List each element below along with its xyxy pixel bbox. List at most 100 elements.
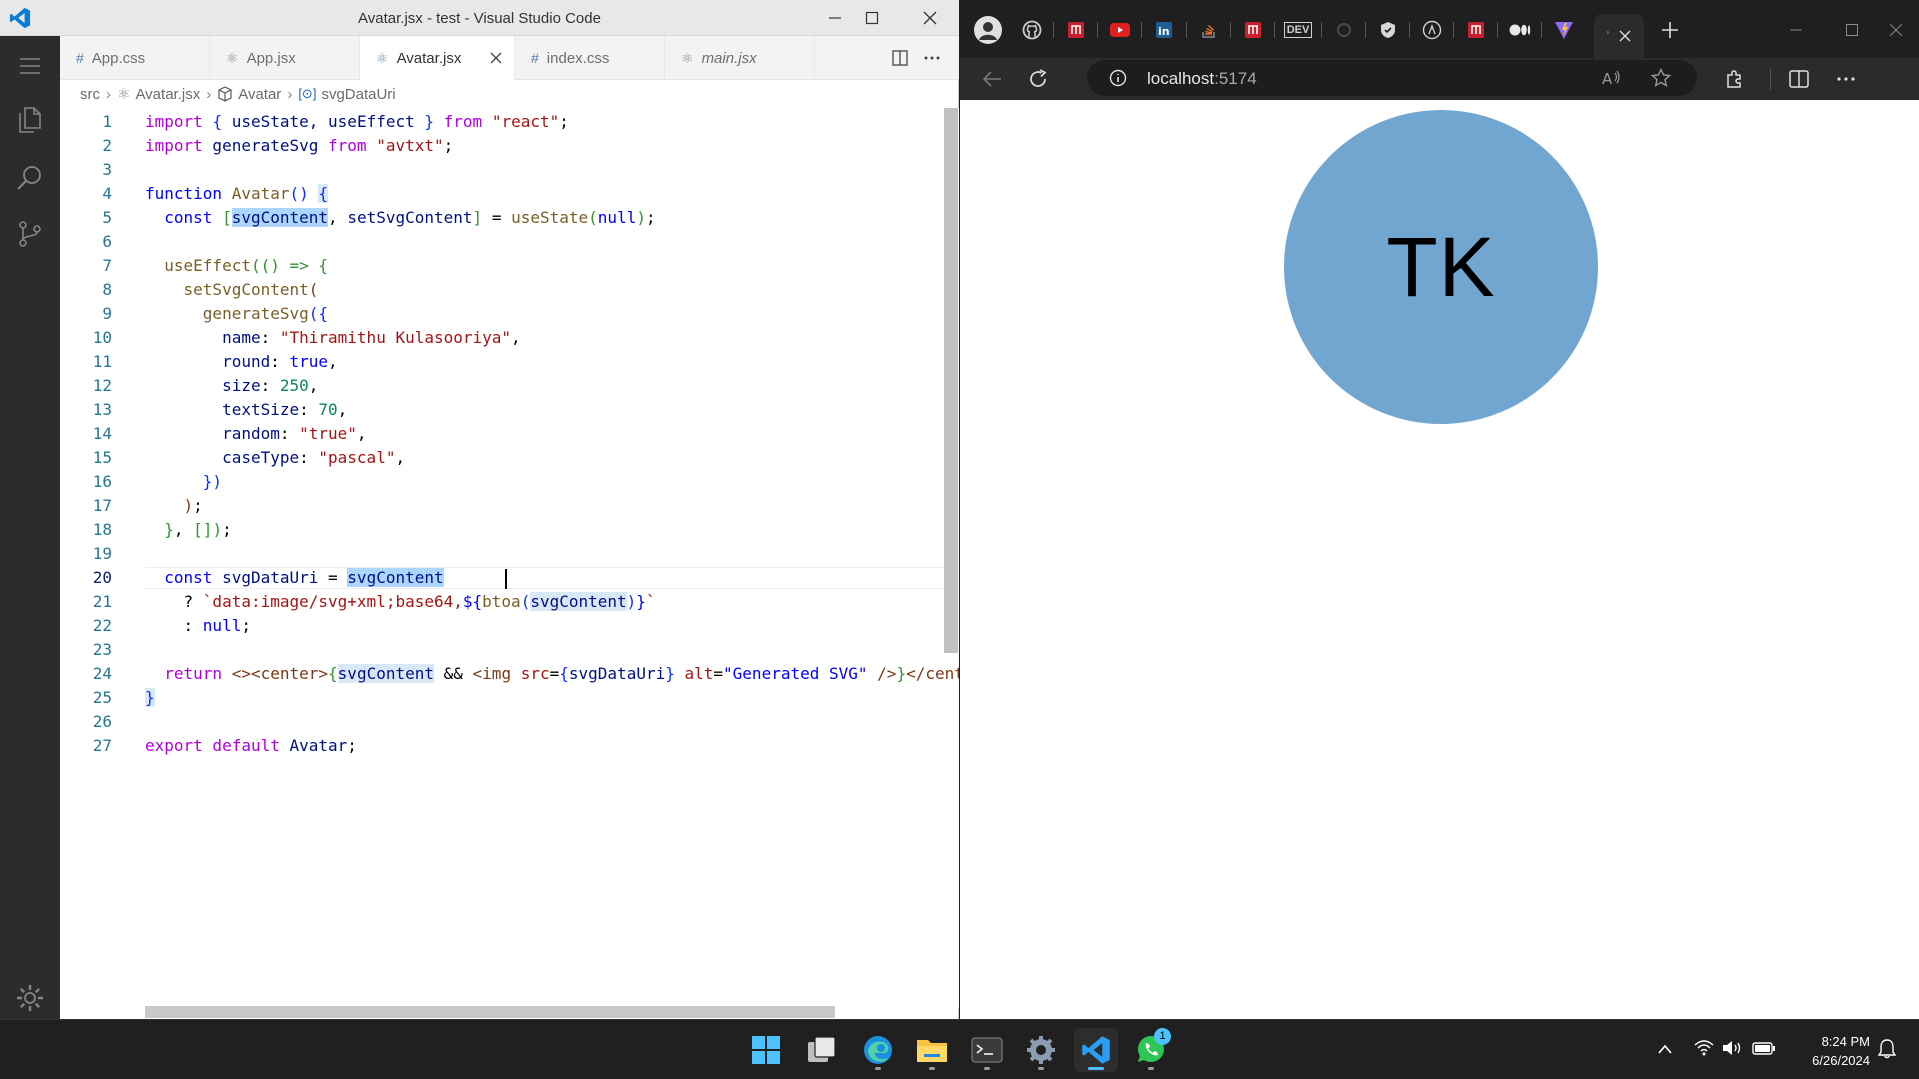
maximize-button[interactable] bbox=[843, 0, 901, 36]
manage-button[interactable] bbox=[0, 970, 60, 1026]
search-icon bbox=[17, 166, 41, 190]
profile-avatar[interactable] bbox=[972, 14, 1004, 46]
github-icon bbox=[1022, 20, 1042, 40]
code-editor[interactable]: 1 2 3 4 5 6 7 8 9 10 11 12 13 14 15 16 1… bbox=[60, 108, 959, 1008]
taskbar-terminal[interactable] bbox=[965, 1028, 1009, 1072]
horizontal-scrollbar[interactable] bbox=[145, 1006, 835, 1018]
component-cube-icon bbox=[218, 86, 232, 102]
browser-maximize-button[interactable] bbox=[1830, 14, 1874, 46]
tab-github[interactable] bbox=[1016, 14, 1048, 46]
code-line: size: 250, bbox=[222, 376, 319, 395]
taskbar-file-explorer[interactable] bbox=[910, 1028, 954, 1072]
line-number: 13 bbox=[92, 400, 112, 419]
tab-app-css[interactable]: # App.css bbox=[60, 36, 210, 80]
search-button[interactable] bbox=[0, 150, 60, 206]
tab-shield[interactable] bbox=[1372, 14, 1404, 46]
volume-icon[interactable] bbox=[1722, 1040, 1744, 1056]
source-control-button[interactable] bbox=[0, 206, 60, 262]
generated-avatar-image: TK bbox=[1284, 110, 1598, 424]
tab-site-1[interactable] bbox=[1060, 14, 1092, 46]
code-line: import { useState, useEffect } from "rea… bbox=[145, 112, 569, 131]
lambda-icon bbox=[1422, 20, 1442, 40]
taskbar-clock[interactable]: 8:24 PM 6/26/2024 bbox=[1780, 1032, 1870, 1070]
tab-dev[interactable]: DEV bbox=[1278, 14, 1318, 46]
tab-medium[interactable] bbox=[1504, 14, 1536, 46]
gear-icon bbox=[17, 985, 43, 1011]
taskbar-whatsapp[interactable]: 1 bbox=[1129, 1028, 1173, 1072]
notification-bell-icon[interactable] bbox=[1878, 1039, 1896, 1059]
start-button[interactable] bbox=[744, 1028, 788, 1072]
battery-icon[interactable] bbox=[1752, 1040, 1776, 1056]
tab-main-jsx[interactable]: ⚛ main.jsx bbox=[665, 36, 815, 80]
back-arrow-icon[interactable] bbox=[982, 70, 1002, 88]
tab-stackoverflow[interactable] bbox=[1193, 14, 1225, 46]
taskbar-settings[interactable] bbox=[1019, 1028, 1063, 1072]
split-editor-icon[interactable] bbox=[892, 50, 908, 66]
tab-site-3[interactable] bbox=[1328, 14, 1360, 46]
code-line: export default Avatar; bbox=[145, 736, 357, 755]
tab-site-2[interactable] bbox=[1237, 14, 1269, 46]
taskbar-vscode[interactable] bbox=[1074, 1028, 1118, 1072]
vscode-logo-icon bbox=[1082, 1036, 1110, 1064]
tab-youtube[interactable] bbox=[1104, 14, 1136, 46]
more-actions-icon[interactable] bbox=[924, 56, 940, 60]
refresh-icon[interactable] bbox=[1028, 69, 1048, 89]
url-host: localhost bbox=[1147, 69, 1215, 88]
tab-site-5[interactable] bbox=[1460, 14, 1492, 46]
youtube-icon bbox=[1110, 23, 1130, 37]
tab-site-4[interactable] bbox=[1416, 14, 1448, 46]
svg-text:in: in bbox=[1158, 25, 1170, 38]
close-tab-icon[interactable] bbox=[1619, 30, 1631, 42]
tab-vite[interactable] bbox=[1548, 14, 1580, 46]
avatar-initials: TK bbox=[1386, 219, 1496, 314]
tab-index-css[interactable]: # index.css bbox=[515, 36, 665, 80]
extensions-icon[interactable] bbox=[1724, 69, 1744, 89]
loading-icon bbox=[1337, 23, 1351, 37]
tab-linkedin[interactable]: in bbox=[1148, 14, 1180, 46]
red-site-icon bbox=[1068, 22, 1084, 38]
read-aloud-icon[interactable]: A bbox=[1602, 69, 1622, 87]
line-number: 21 bbox=[92, 592, 112, 611]
split-screen-icon[interactable] bbox=[1789, 70, 1809, 88]
tab-label: App.jsx bbox=[246, 49, 296, 67]
close-window-button[interactable] bbox=[901, 0, 959, 36]
breadcrumb-file[interactable]: Avatar.jsx bbox=[135, 86, 200, 103]
new-tab-button[interactable] bbox=[1654, 14, 1686, 46]
favorite-star-icon[interactable] bbox=[1651, 68, 1671, 88]
close-tab-icon[interactable] bbox=[490, 52, 502, 64]
windows-logo-icon bbox=[752, 1036, 780, 1064]
vertical-scrollbar[interactable] bbox=[944, 108, 958, 653]
react-file-icon: ⚛ bbox=[681, 49, 694, 66]
browser-minimize-button[interactable] bbox=[1774, 14, 1818, 46]
code-line: }, []); bbox=[164, 520, 232, 539]
wifi-icon[interactable] bbox=[1694, 1040, 1714, 1056]
browser-close-button[interactable] bbox=[1876, 14, 1916, 46]
close-icon bbox=[923, 11, 937, 25]
tab-active-localhost[interactable]: ʼ bbox=[1594, 14, 1644, 58]
tab-app-jsx[interactable]: ⚛ App.jsx bbox=[210, 36, 360, 80]
task-view-button[interactable] bbox=[800, 1028, 844, 1072]
files-icon bbox=[19, 107, 41, 133]
chevron-up-icon[interactable] bbox=[1658, 1044, 1672, 1054]
menu-button[interactable] bbox=[0, 38, 60, 94]
red-site-icon bbox=[1468, 22, 1484, 38]
breadcrumb-folder[interactable]: src bbox=[80, 86, 100, 103]
address-bar[interactable]: localhost:5174 A bbox=[1087, 60, 1697, 96]
breadcrumb-symbol[interactable]: svgDataUri bbox=[321, 86, 395, 103]
tab-separator bbox=[1230, 22, 1231, 38]
code-line: const svgDataUri = svgContent bbox=[164, 568, 444, 587]
taskbar-edge[interactable] bbox=[856, 1028, 900, 1072]
url-text[interactable]: localhost:5174 bbox=[1147, 69, 1257, 89]
tab-avatar-jsx[interactable]: ⚛ Avatar.jsx bbox=[360, 36, 515, 81]
tab-label: App.css bbox=[91, 49, 146, 67]
more-menu-icon[interactable] bbox=[1837, 77, 1855, 81]
react-file-icon: ⚛ bbox=[117, 86, 131, 103]
explorer-button[interactable] bbox=[0, 92, 60, 148]
maximize-icon bbox=[1846, 24, 1858, 36]
css-file-icon: # bbox=[76, 50, 84, 66]
clock-time: 8:24 PM bbox=[1821, 1034, 1870, 1049]
line-number: 9 bbox=[102, 304, 112, 323]
breadcrumb-component[interactable]: Avatar bbox=[238, 86, 281, 103]
red-site-icon bbox=[1245, 22, 1261, 38]
info-icon[interactable] bbox=[1109, 69, 1127, 87]
